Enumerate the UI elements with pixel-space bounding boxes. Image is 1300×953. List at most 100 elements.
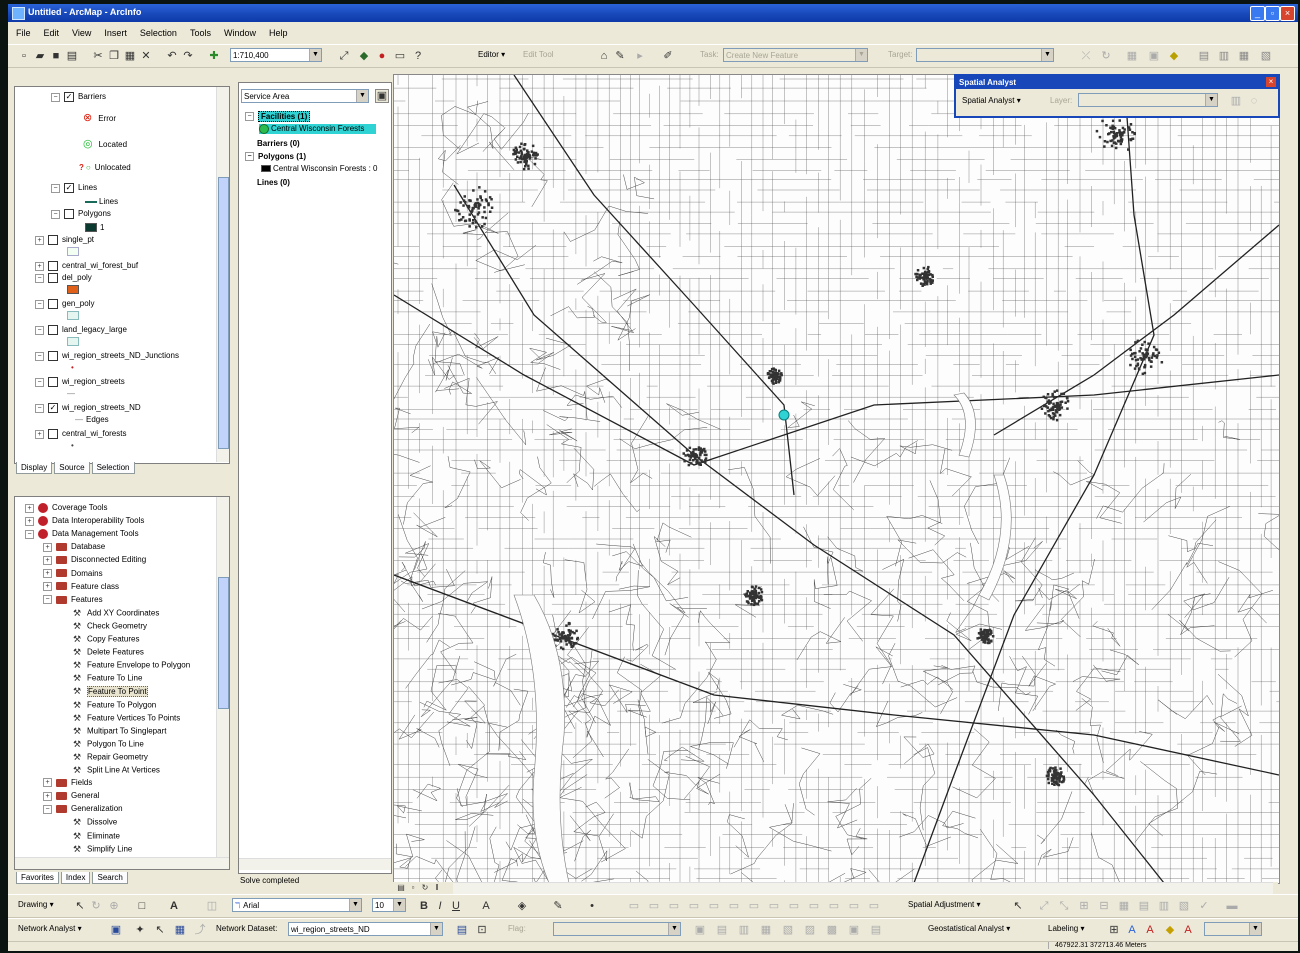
editor-toolbar-icon[interactable]: ⤢ [338,50,350,62]
toc-layer-central-wi-forest-buf[interactable]: + central_wi_forest_buf [35,261,138,271]
spatial-analyst-menu[interactable]: Spatial Analyst ▾ [962,96,1021,105]
toc-layer-wi-region-streets[interactable]: − wi_region_streets [35,377,125,387]
create-network-location-icon[interactable]: ✦ [134,924,146,936]
menu-help[interactable]: Help [269,28,288,38]
toolbox-item-toolbox[interactable]: + Data Interoperability Tools [25,516,144,527]
layer-checkbox[interactable]: ✓ [64,92,74,102]
toolbox-item-tool[interactable]: ⚒ Delete Features [73,647,144,658]
command-line-icon[interactable]: ▭ [394,50,406,62]
expand-icon[interactable]: + [25,503,34,513]
cut-icon[interactable]: ✂ [92,50,104,62]
label-manager-icon[interactable]: ⊞ [1108,924,1120,936]
geostatistical-analyst-menu[interactable]: Geostatistical Analyst ▾ [928,924,1010,933]
split-tool-icon[interactable]: ⤫ [1080,50,1092,62]
print-icon[interactable]: ▤ [66,50,78,62]
layout-view-icon[interactable]: ▫ [407,882,419,894]
adjust-tool-icon-3[interactable]: ⊞ [1078,900,1090,912]
adjust-tool-icon-8[interactable]: ▧ [1178,900,1190,912]
network-dataset-combo[interactable]: wi_region_streets_ND ▼ [288,922,443,936]
adjust-tool-icon-1[interactable]: ⤢ [1038,900,1050,912]
disabled-tool-icon-2[interactable]: ▭ [648,900,660,912]
layout-icon-1[interactable]: ▤ [1198,50,1210,62]
solve-icon[interactable]: ▦ [174,924,186,936]
toolbox-item-toolbox[interactable]: − Data Management Tools [25,529,139,540]
build-network-icon[interactable]: ⤴ [194,924,206,936]
add-data-icon[interactable]: ✚ [208,50,220,62]
arctoolbox-hscrollbar[interactable] [15,857,229,869]
disabled-util-icon-5[interactable]: ▧ [782,924,794,936]
toolbox-item-tool[interactable]: ⚒ Feature To Line [73,673,142,684]
arccatalog-icon[interactable]: ◆ [358,50,370,62]
expand-icon[interactable]: − [43,804,52,814]
adjust-tool-icon-4[interactable]: ⊟ [1098,900,1110,912]
tab-selection[interactable]: Selection [91,462,135,474]
toolbox-item-tool[interactable]: ⚒ Add XY Coordinates [73,608,159,619]
disabled-tool-icon-11[interactable]: ▭ [828,900,840,912]
undo-icon[interactable]: ↶ [166,50,178,62]
toc-layer-gen-poly[interactable]: − gen_poly [35,299,94,309]
disabled-util-icon-4[interactable]: ▦ [760,924,772,936]
map-display[interactable] [393,74,1280,884]
validate-icon[interactable]: ◆ [1168,50,1180,62]
expand-icon[interactable]: + [43,568,52,578]
disabled-util-icon-6[interactable]: ▨ [804,924,816,936]
toolbox-item-tool[interactable]: ⚒ Feature To Point [73,686,148,697]
toolbox-item-tool[interactable]: ⚒ Split Line At Vertices [73,765,160,776]
copy-icon[interactable]: ❐ [108,50,120,62]
tab-favorites[interactable]: Favorites [16,872,59,884]
toc-scrollbar[interactable] [216,87,229,462]
expand-icon[interactable]: + [43,778,52,788]
disabled-tool-icon-12[interactable]: ▭ [848,900,860,912]
na-polygon-item[interactable]: Central Wisconsin Forests : 0 [261,164,377,173]
layer-checkbox[interactable] [48,429,58,439]
line-color-icon[interactable]: ✎ [552,900,564,912]
save-icon[interactable]: ■ [50,50,62,62]
build-icon[interactable]: ▤ [456,924,468,936]
font-color-icon[interactable]: A [480,900,492,912]
editor-menu[interactable]: Editor ▾ [478,50,505,59]
italic-icon[interactable]: I [434,900,446,912]
fill-color-icon[interactable]: ◈ [516,900,528,912]
attributes-table-icon[interactable]: ▦ [1126,50,1138,62]
toc-layer-single-pt[interactable]: + single_pt [35,235,94,245]
layer-checkbox[interactable]: ✓ [64,183,74,193]
utility-combo[interactable]: ▼ [553,922,681,936]
adjust-tool-icon-10[interactable]: ▬ [1226,900,1238,912]
menu-tools[interactable]: Tools [190,28,211,38]
layout-icon-2[interactable]: ▥ [1218,50,1230,62]
toc-layer-streets-nd-junctions[interactable]: − wi_region_streets_ND_Junctions [35,351,179,361]
na-lines[interactable]: Lines (0) [257,178,290,187]
map-scale-combo[interactable]: 1:710,400 ▼ [230,48,322,62]
redo-icon[interactable]: ↷ [182,50,194,62]
toolbox-item-toolbox[interactable]: + Coverage Tools [25,503,107,513]
analysis-type-combo[interactable]: Service Area ▼ [241,89,369,103]
pause-icon[interactable]: ‖ [431,882,443,894]
disabled-tool-icon-1[interactable]: ▭ [628,900,640,912]
expand-icon[interactable]: + [43,581,52,591]
disabled-util-icon-8[interactable]: ▣ [848,924,860,936]
toc-layer-land-legacy-large[interactable]: − land_legacy_large [35,325,127,335]
sketch-properties-icon[interactable]: ▣ [1148,50,1160,62]
menu-selection[interactable]: Selection [140,28,177,38]
adjust-tool-icon-2[interactable]: ⤡ [1058,900,1070,912]
disabled-tool-icon-9[interactable]: ▭ [788,900,800,912]
disabled-tool-icon-7[interactable]: ▭ [748,900,760,912]
expand-icon[interactable]: + [25,516,34,526]
layer-checkbox[interactable] [48,273,58,283]
disabled-util-icon-2[interactable]: ▤ [716,924,728,936]
attributes-icon[interactable]: ✐ [662,50,674,62]
drawing-menu[interactable]: Drawing ▾ [18,900,54,909]
disabled-tool-icon-10[interactable]: ▭ [808,900,820,912]
lock-labels-icon[interactable]: ◆ [1164,924,1176,936]
arctoolbox-scrollbar[interactable] [216,497,229,857]
menu-view[interactable]: View [72,28,91,38]
task-combo[interactable]: Create New Feature ▼ [723,48,868,62]
na-facilities[interactable]: − Facilities (1) [245,111,311,122]
toc-layer-polygons[interactable]: − Polygons [51,209,111,219]
toolbox-item-tool[interactable]: ⚒ Check Geometry [73,621,147,632]
disabled-util-icon-1[interactable]: ▣ [694,924,706,936]
toolbox-item-tool[interactable]: ⚒ Polygon To Line [73,739,144,750]
arctoolbox-icon[interactable]: ● [376,50,388,62]
marker-color-icon[interactable]: • [586,900,598,912]
label-priority-icon[interactable]: A [1126,924,1138,936]
